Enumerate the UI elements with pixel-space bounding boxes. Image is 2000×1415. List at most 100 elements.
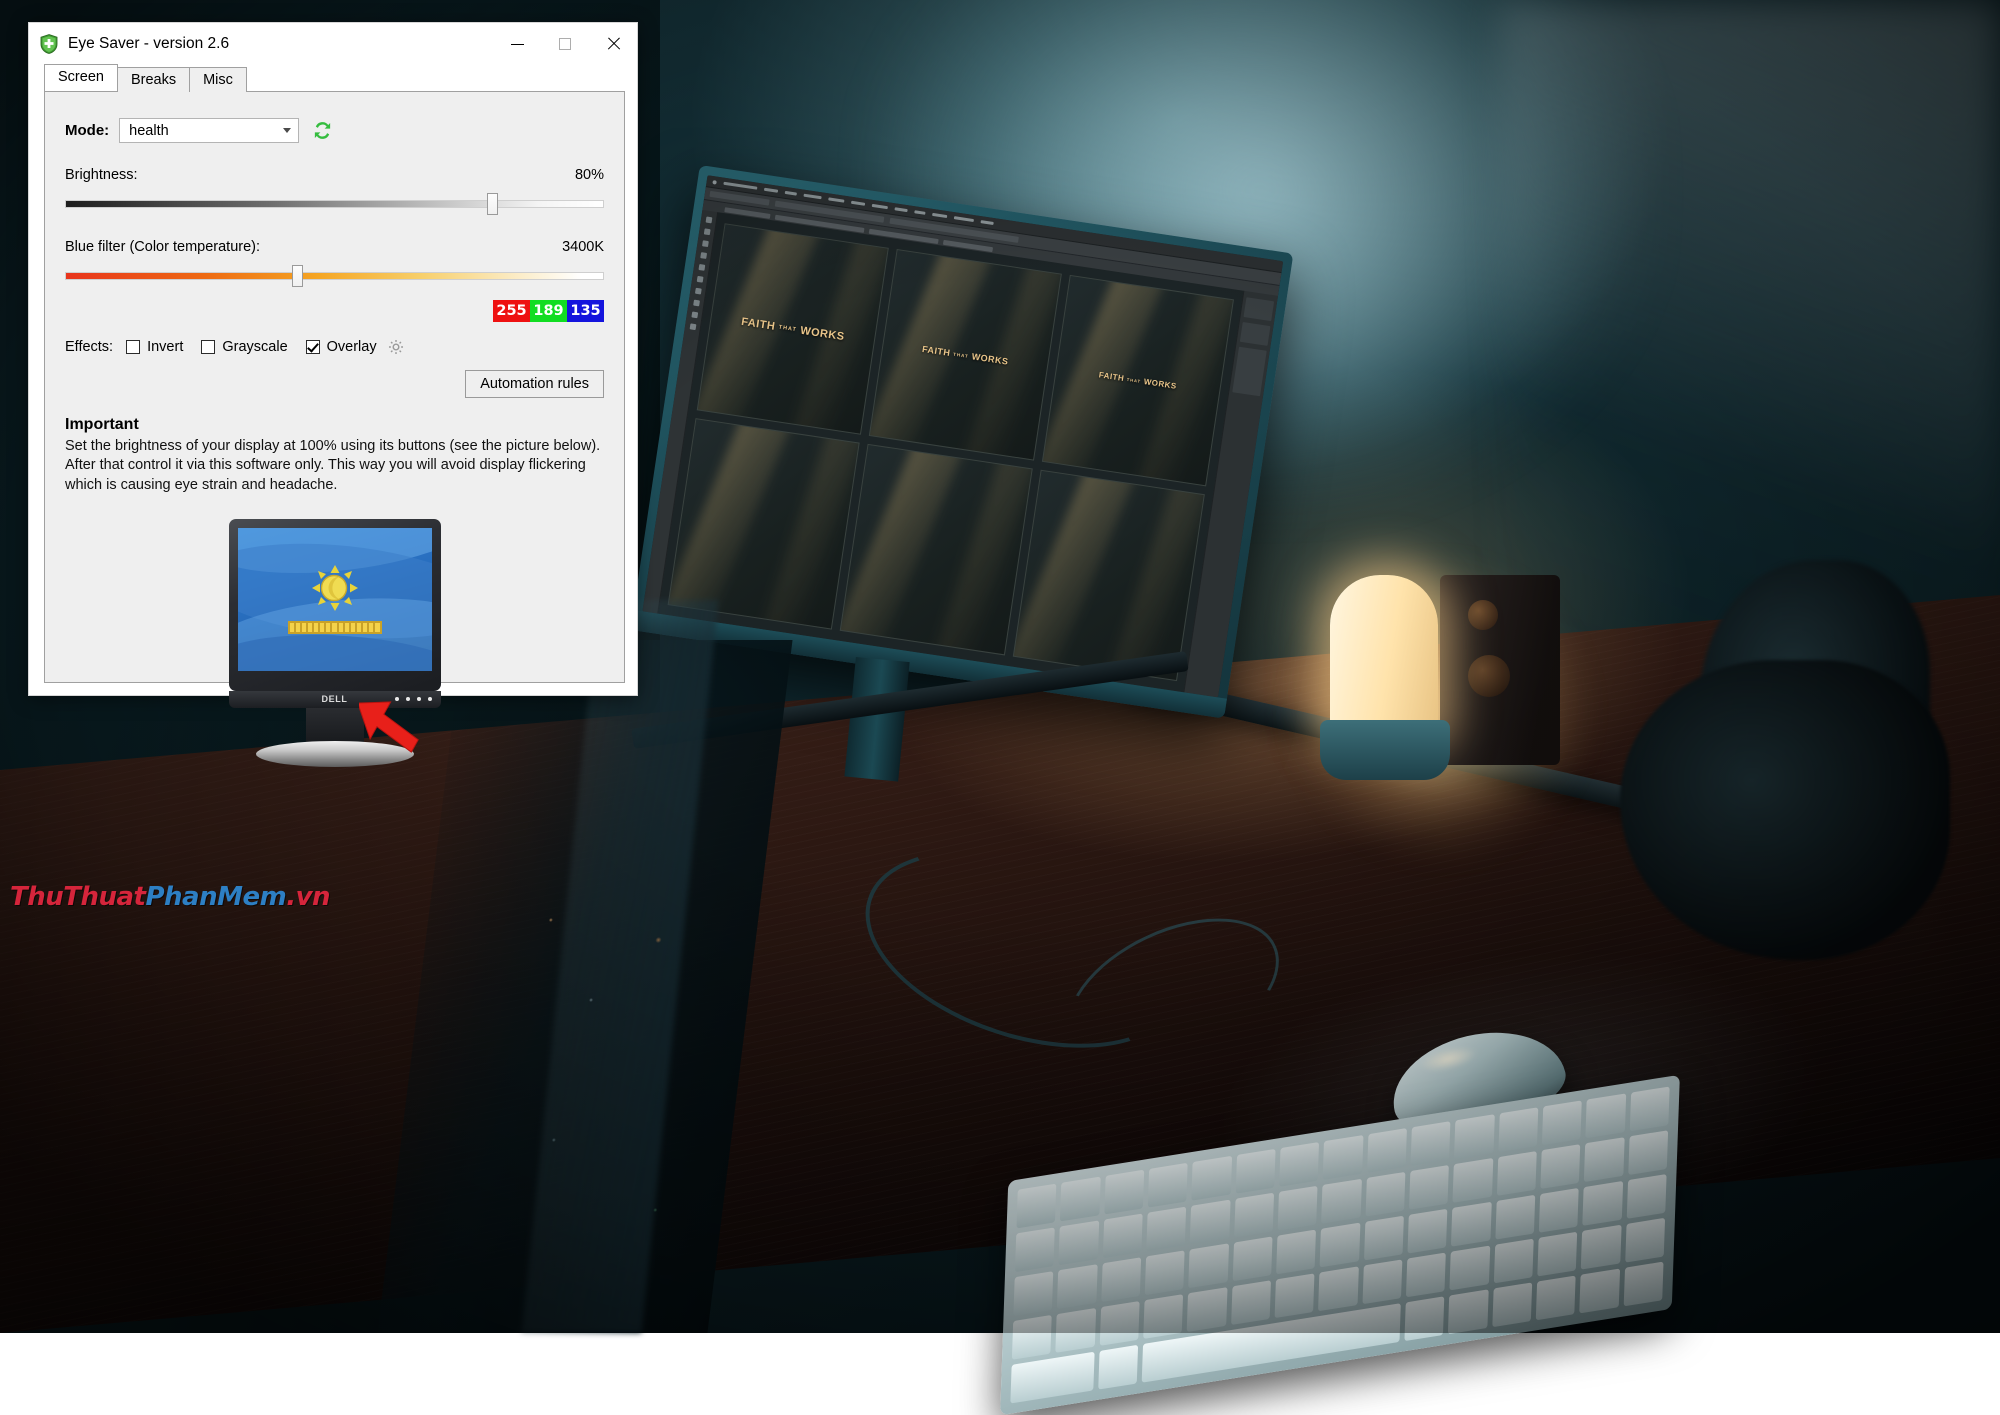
key xyxy=(1189,1243,1229,1288)
menu-item xyxy=(785,191,797,196)
rgb-green-value: 189 xyxy=(533,303,563,319)
key xyxy=(1448,1289,1488,1334)
key xyxy=(1318,1266,1358,1311)
gear-icon[interactable] xyxy=(387,338,405,356)
key xyxy=(1192,1156,1232,1201)
key xyxy=(1279,1142,1319,1187)
lasso-tool-icon xyxy=(702,240,709,247)
effect-invert[interactable]: Invert xyxy=(126,339,183,355)
mode-label: Mode: xyxy=(65,122,109,139)
key xyxy=(1232,1236,1272,1281)
key xyxy=(1101,1257,1141,1302)
effect-grayscale[interactable]: Grayscale xyxy=(201,339,287,355)
key xyxy=(1584,1137,1624,1182)
invert-checkbox[interactable] xyxy=(126,340,140,354)
monitor-illustration: DELL xyxy=(65,519,604,767)
dell-logo: DELL xyxy=(322,694,348,704)
key xyxy=(1542,1100,1582,1145)
bar-segment xyxy=(320,623,324,632)
automation-rules-button[interactable]: Automation rules xyxy=(465,370,604,398)
mode-row: Mode: health xyxy=(65,118,604,143)
artboard: FAITH THAT WORKS xyxy=(869,249,1061,461)
refresh-icon[interactable] xyxy=(312,120,333,141)
key xyxy=(1450,1246,1490,1291)
brightness-level-bar xyxy=(288,621,382,634)
artboard xyxy=(840,444,1032,656)
blue-filter-slider[interactable] xyxy=(65,265,604,287)
tab-strip: Screen Breaks Misc xyxy=(29,65,637,91)
key xyxy=(1623,1262,1663,1307)
maximize-icon xyxy=(559,38,571,50)
color-panel xyxy=(1244,297,1275,321)
key xyxy=(1013,1271,1053,1316)
effects-row: Effects: Invert Grayscale Overlay xyxy=(65,338,604,356)
grayscale-checkbox[interactable] xyxy=(201,340,215,354)
key xyxy=(1275,1273,1315,1318)
menu-item xyxy=(828,197,844,202)
key xyxy=(1495,1195,1535,1240)
effect-overlay[interactable]: Overlay xyxy=(306,339,377,355)
rgb-chip-blue: 135 xyxy=(567,300,604,322)
art-word-1: FAITH xyxy=(740,315,776,332)
watermark-part-2: PhanMem xyxy=(145,882,286,912)
key xyxy=(1581,1225,1621,1270)
key xyxy=(1540,1144,1580,1189)
important-heading: Important xyxy=(65,416,604,434)
key xyxy=(1365,1172,1405,1217)
blue-filter-label: Blue filter (Color temperature): xyxy=(65,239,260,255)
key xyxy=(1012,1315,1052,1360)
key xyxy=(1628,1130,1668,1175)
blue-filter-thumb[interactable] xyxy=(292,265,303,287)
artboard xyxy=(1012,470,1204,682)
brightness-sun-icon xyxy=(311,564,359,612)
key xyxy=(1102,1213,1142,1258)
maximize-button[interactable] xyxy=(541,23,589,65)
monitor-bezel: FAITH THAT WORKS FAITH THAT WORKS xyxy=(631,165,1294,719)
key xyxy=(1323,1135,1363,1180)
menu-item xyxy=(764,188,778,193)
key xyxy=(1367,1128,1407,1173)
brightness-slider[interactable] xyxy=(65,193,604,215)
invert-label: Invert xyxy=(147,339,183,355)
automation-row: Automation rules xyxy=(65,370,604,398)
photoshop-workspace: FAITH THAT WORKS FAITH THAT WORKS xyxy=(642,210,1278,698)
key xyxy=(1235,1149,1275,1194)
key xyxy=(1143,1294,1183,1339)
menu-item xyxy=(723,182,757,190)
key xyxy=(1492,1282,1532,1327)
art-word-2: THAT xyxy=(1126,377,1141,384)
monitor-neck xyxy=(844,657,909,782)
minimize-button[interactable] xyxy=(493,23,541,65)
effects-label: Effects: xyxy=(65,339,113,355)
tab-breaks[interactable]: Breaks xyxy=(117,67,190,92)
screen-tab-panel: Mode: health Brightness: 80% xyxy=(44,91,625,683)
overlay-checkbox[interactable] xyxy=(306,340,320,354)
brightness-thumb[interactable] xyxy=(487,193,498,215)
mode-select[interactable]: health xyxy=(119,118,299,143)
menu-item xyxy=(851,201,865,206)
rgb-blue-value: 135 xyxy=(570,303,600,319)
desk-lamp xyxy=(1330,575,1438,735)
artboard: FAITH THAT WORKS xyxy=(697,223,889,435)
close-icon xyxy=(606,37,620,51)
key xyxy=(1411,1121,1451,1166)
rgb-chip-red: 255 xyxy=(493,300,530,322)
bar-segment xyxy=(351,623,355,632)
tab-screen[interactable]: Screen xyxy=(44,64,118,91)
photoshop-canvas: FAITH THAT WORKS FAITH THAT WORKS xyxy=(658,212,1243,692)
art-word-2: THAT xyxy=(778,324,797,333)
key xyxy=(1099,1301,1139,1346)
key xyxy=(1059,1220,1099,1265)
key xyxy=(1231,1280,1271,1325)
key xyxy=(1321,1179,1361,1224)
key xyxy=(1497,1151,1537,1196)
watermark-part-1: ThuThuat xyxy=(10,882,145,912)
brightness-label: Brightness: xyxy=(65,167,138,183)
close-button[interactable] xyxy=(589,23,637,65)
key xyxy=(1190,1200,1230,1245)
key xyxy=(1320,1223,1360,1268)
tab-misc[interactable]: Misc xyxy=(189,67,247,92)
window-titlebar[interactable]: Eye Saver - version 2.6 xyxy=(29,23,637,65)
red-arrow-icon xyxy=(359,689,421,761)
key xyxy=(1536,1275,1576,1320)
